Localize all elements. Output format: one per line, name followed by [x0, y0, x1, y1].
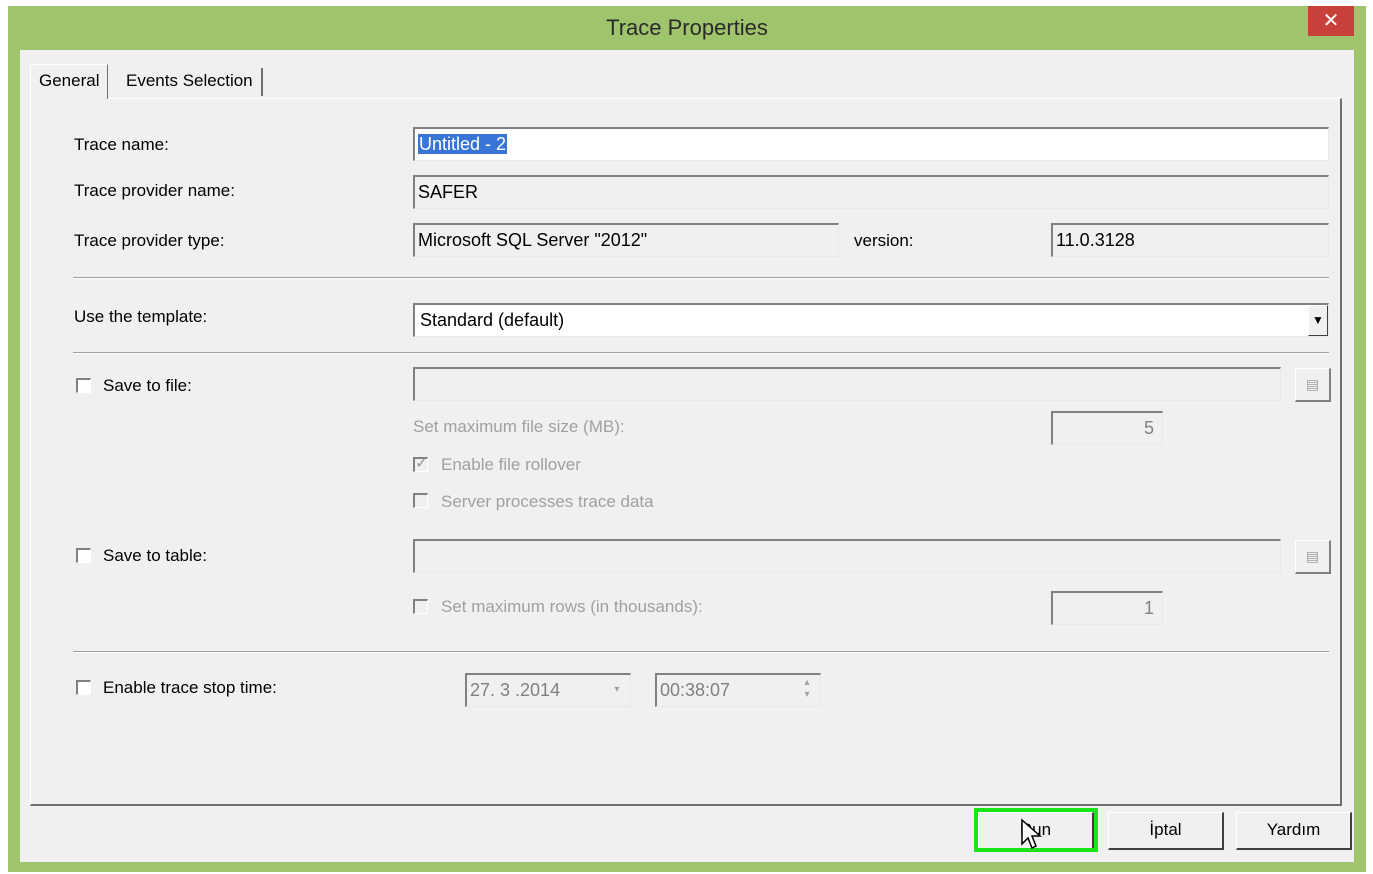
window-title: Trace Properties [606, 15, 768, 40]
template-label: Use the template: [74, 307, 208, 326]
save-to-table-label: Save to table: [103, 546, 207, 565]
stop-time-picker[interactable]: 00:38:07 ▴ ▾ [655, 673, 821, 707]
trace-name-label: Trace name: [74, 135, 169, 154]
provider-name-label: Trace provider name: [74, 181, 235, 200]
save-to-file-checkbox[interactable] [76, 378, 91, 393]
close-button[interactable]: ✕ [1308, 6, 1354, 36]
save-to-table-checkbox[interactable] [76, 548, 91, 563]
general-tab-panel: Trace name: Untitled - 2 Trace provider … [30, 98, 1342, 806]
stop-date-value: 27. 3 .2014 [470, 680, 561, 700]
dialog-client-area: General Events Selection Trace name: Unt… [20, 50, 1354, 862]
enable-rollover-label: Enable file rollover [441, 455, 581, 474]
browse-icon: ▤ [1305, 376, 1320, 392]
tab-events-selection[interactable]: Events Selection [118, 68, 263, 96]
template-select[interactable]: Standard (default) ▼ [413, 303, 1329, 337]
max-rows-input[interactable]: 1 [1051, 591, 1163, 625]
save-to-file-label: Save to file: [103, 376, 192, 395]
version-field: 11.0.3128 [1051, 223, 1329, 257]
template-selected-value: Standard (default) [420, 310, 565, 330]
enable-stop-time-checkbox[interactable] [76, 680, 91, 695]
server-processes-checkbox[interactable] [413, 493, 428, 508]
stop-date-picker[interactable]: 27. 3 .2014 ▾ [465, 673, 631, 707]
trace-properties-window: Trace Properties ✕ General Events Select… [8, 6, 1366, 872]
chevron-down-icon[interactable]: ▼ [1308, 305, 1328, 336]
help-button[interactable]: Yardım [1236, 812, 1352, 850]
cancel-button[interactable]: İptal [1108, 812, 1224, 850]
server-processes-label: Server processes trace data [441, 492, 654, 511]
checkmark-icon: ✓ [415, 455, 429, 472]
enable-stop-time-label: Enable trace stop time: [103, 678, 277, 697]
separator [73, 352, 1329, 354]
trace-name-value: Untitled - 2 [418, 134, 508, 154]
stop-time-value: 00:38:07 [660, 680, 731, 700]
save-to-table-input[interactable] [413, 539, 1281, 573]
chevron-down-icon[interactable]: ▾ [606, 677, 628, 703]
version-label: version: [854, 231, 914, 250]
max-file-size-label: Set maximum file size (MB): [413, 417, 625, 436]
browse-file-button[interactable]: ▤ [1295, 368, 1331, 402]
browse-table-button[interactable]: ▤ [1295, 540, 1331, 574]
separator [73, 277, 1329, 279]
trace-name-input[interactable]: Untitled - 2 [413, 127, 1329, 161]
spinner-icon[interactable]: ▴ ▾ [796, 677, 818, 703]
provider-type-field: Microsoft SQL Server "2012" [413, 223, 839, 257]
enable-rollover-checkbox[interactable]: ✓ [413, 455, 428, 472]
max-rows-label: Set maximum rows (in thousands): [441, 597, 703, 616]
tab-general[interactable]: General [30, 64, 109, 99]
save-to-file-path-input[interactable] [413, 367, 1281, 401]
separator [73, 651, 1329, 653]
browse-icon: ▤ [1305, 548, 1320, 564]
max-rows-checkbox[interactable] [413, 599, 428, 614]
max-file-size-input[interactable]: 5 [1051, 411, 1163, 445]
provider-type-label: Trace provider type: [74, 231, 225, 250]
provider-name-field: SAFER [413, 175, 1329, 209]
mouse-pointer-icon [1021, 818, 1042, 850]
